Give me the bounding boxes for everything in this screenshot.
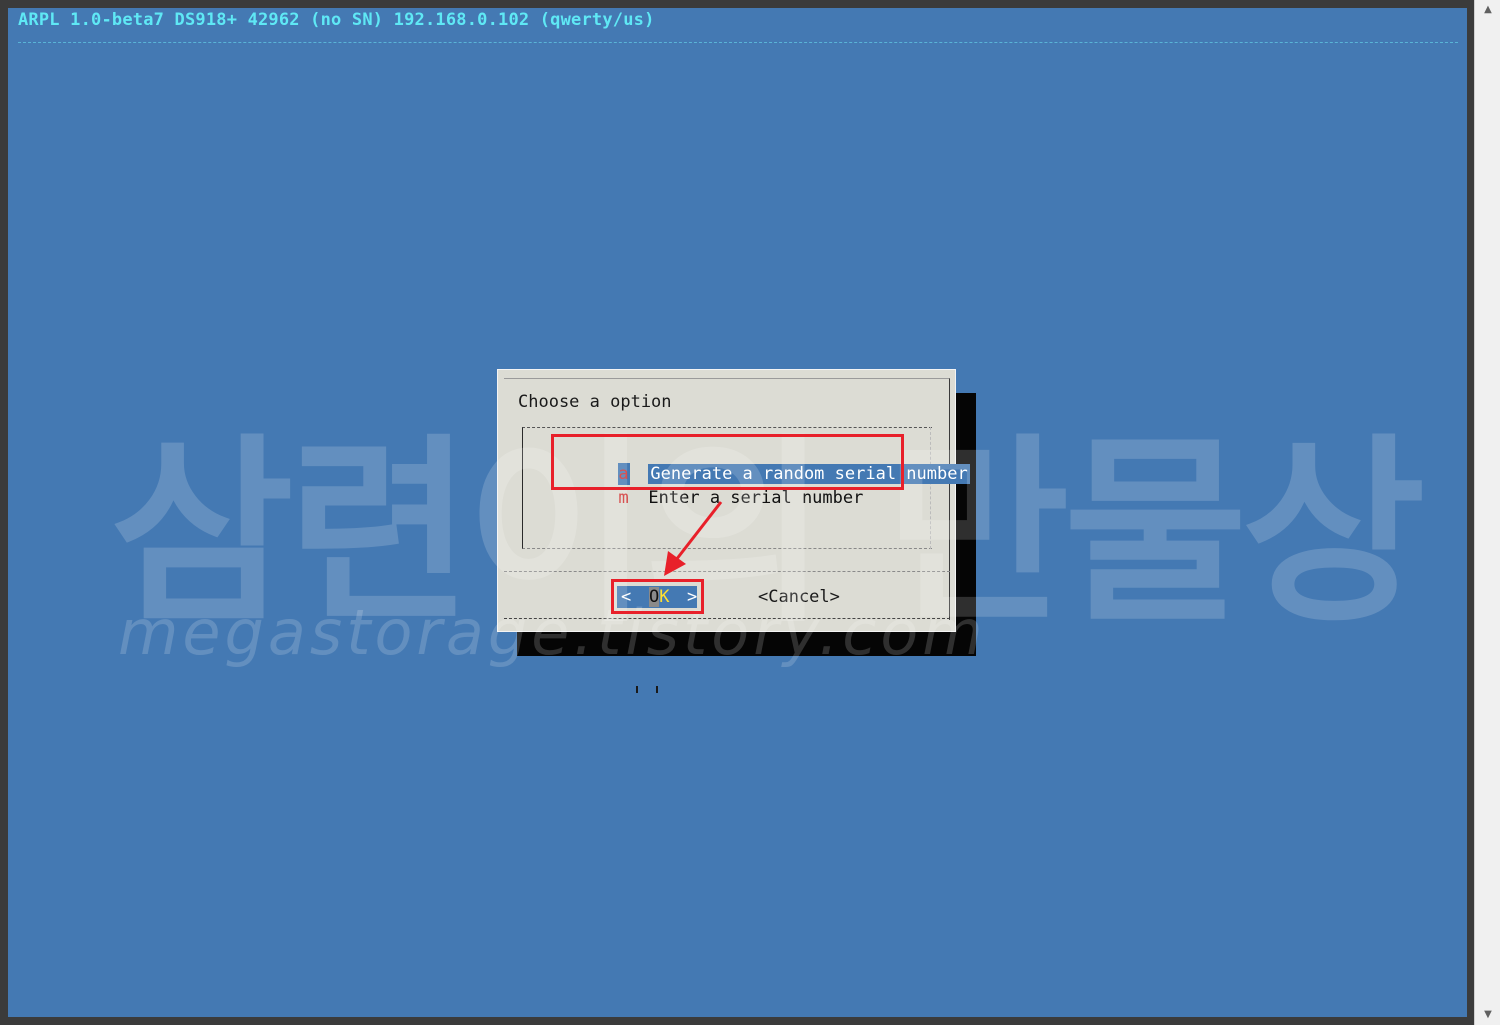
vertical-scrollbar[interactable]: ▲ ▼ [1474,0,1500,1025]
menu-dialog: Choose a option a Generate a random seria… [497,369,970,632]
backtitle: ARPL 1.0-beta7 DS918+ 42962 (no SN) 192.… [18,10,655,30]
cancel-button[interactable]: <Cancel> [758,586,840,608]
menu-highlight-box [551,434,904,490]
menu-item-tag: m [618,488,629,508]
scroll-up-icon[interactable]: ▲ [1475,0,1500,20]
window-frame: ARPL 1.0-beta7 DS918+ 42962 (no SN) 192.… [0,0,1500,1025]
dialog-title: Choose a option [518,392,672,412]
menu-item-label: Enter a serial number [648,488,864,508]
cursor-mark [656,686,658,693]
button-separator [504,571,950,572]
scroll-down-icon[interactable]: ▼ [1475,1005,1500,1025]
dialog-bottom-border [504,618,950,619]
backtitle-divider [18,42,1458,43]
cursor-mark [636,686,638,693]
terminal-bottom-edge [0,1017,1474,1025]
ok-highlight-box [611,579,704,614]
